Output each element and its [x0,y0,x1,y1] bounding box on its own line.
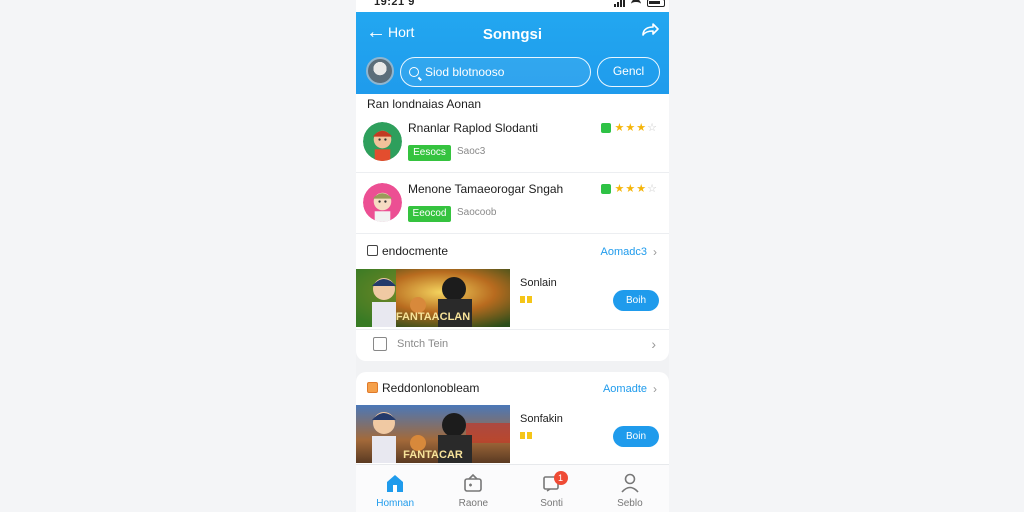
results-heading: Ran londnaias Aonan [367,97,482,111]
result-item[interactable]: Rnanlar Raplod Slodanti ★ ★ ★ ☆ Eesocs Saoc… [356,113,669,173]
thumbnail-text: FANTACAR [403,449,463,461]
game-thumbnail: FANTAACLAN [356,269,510,327]
games-icon [464,473,483,492]
tab-profile[interactable]: Seblo [591,465,669,512]
see-more-label: Aomadc3 [600,246,647,258]
notification-badge: 1 [553,471,568,485]
home-icon [387,475,404,492]
get-button[interactable]: Boin [613,426,659,447]
verified-icon [600,183,611,194]
tab-label: Homnan [376,498,415,509]
status-badge: Eeocod [408,206,451,222]
rating-stars: ★ ★ ★ ☆ [600,182,657,195]
star-icon: ★ [625,183,636,195]
result-item[interactable]: Menone Tamaeorogar Sngah ★ ★ ★ ☆ Eeocod Sao… [356,174,669,234]
see-more-label: Aomadte [602,383,647,395]
chevron-right-icon: › [653,382,657,396]
star-icon: ☆ [647,183,657,195]
result-name: Menone Tamaeorogar Sngah [408,182,564,196]
see-more-link[interactable]: Aomadte › [603,382,657,396]
see-more-link[interactable]: Aomadc3 › [601,245,657,259]
tab-messages[interactable]: 1 Sonti [513,465,591,512]
app-bar: ← Hort Sonngsi Siod blotnooso Gencl [356,12,669,94]
star-icon: ★ [636,183,647,195]
cancel-button[interactable]: Gencl [597,57,660,87]
get-button[interactable]: Boih [613,290,659,311]
badge-icon [520,432,532,439]
status-bar: 19:21 9 [356,0,669,12]
rating-stars: ★ ★ ★ ☆ [600,121,657,134]
result-meta: Saoc3 [457,146,486,157]
user-avatar[interactable] [366,57,394,85]
result-name: Rnanlar Raplod Slodanti [408,121,539,135]
game-thumbnail: FANTACAR [356,405,510,463]
card-footer[interactable]: Sntch Tein › [356,329,669,361]
status-icons [614,0,665,7]
document-icon [373,337,387,351]
tab-label: Sonti [540,498,564,509]
badge-icon [520,296,532,303]
signal-icon [614,0,625,7]
battery-icon [647,0,665,7]
section-header: Reddonlonobleam Aomadte › [356,373,669,405]
tab-home[interactable]: Homnan [356,465,434,512]
folder-icon [367,382,378,393]
section-header: endocmente Aomadc3 › [356,236,669,268]
avatar [363,183,402,222]
tab-games[interactable]: Raone [434,465,512,512]
game-item[interactable]: FANTAACLAN Sonlain Boih [356,269,669,329]
search-icon [409,67,419,77]
tab-label: Seblo [617,498,643,509]
result-meta: Saocoob [457,207,497,218]
game-item[interactable]: FANTACAR Sonfakin Boin [356,405,669,465]
verified-icon [600,122,611,133]
avatar [363,122,402,161]
star-icon: ★ [614,183,625,195]
star-icon: ★ [636,122,647,134]
status-badge: Eesocs [408,145,451,161]
share-icon[interactable] [639,22,659,42]
star-icon: ★ [625,122,636,134]
section-title: endocmente [382,244,449,258]
phone-screen: 19:21 9 ← Hort Sonngsi Siod blotnooso Ge… [356,0,669,512]
bottom-tab-bar: Homnan Raone 1 Sonti Seblo [356,464,669,512]
wifi-icon [631,0,641,6]
profile-icon [621,473,639,493]
star-icon: ☆ [647,122,657,134]
game-title: Sonfakin [520,413,563,425]
results-card: Ran londnaias Aonan Rnanlar Raplod Sloda… [356,94,669,361]
status-time: 19:21 9 [374,0,415,8]
search-placeholder: Siod blotnooso [425,65,505,79]
edit-icon [367,245,378,256]
star-icon: ★ [614,122,625,134]
game-title: Sonlain [520,277,557,289]
tab-label: Raone [458,498,489,509]
section-card: Reddonlonobleam Aomadte › FANTACAR Sonfa… [356,372,669,464]
footer-label: Sntch Tein [397,338,449,350]
search-input[interactable]: Siod blotnooso [400,57,591,87]
section-title: Reddonlonobleam [382,381,480,395]
page-title: Sonngsi [482,26,543,43]
thumbnail-text: FANTAACLAN [396,311,470,323]
chevron-right-icon: › [653,245,657,259]
chevron-right-icon: › [651,336,656,352]
